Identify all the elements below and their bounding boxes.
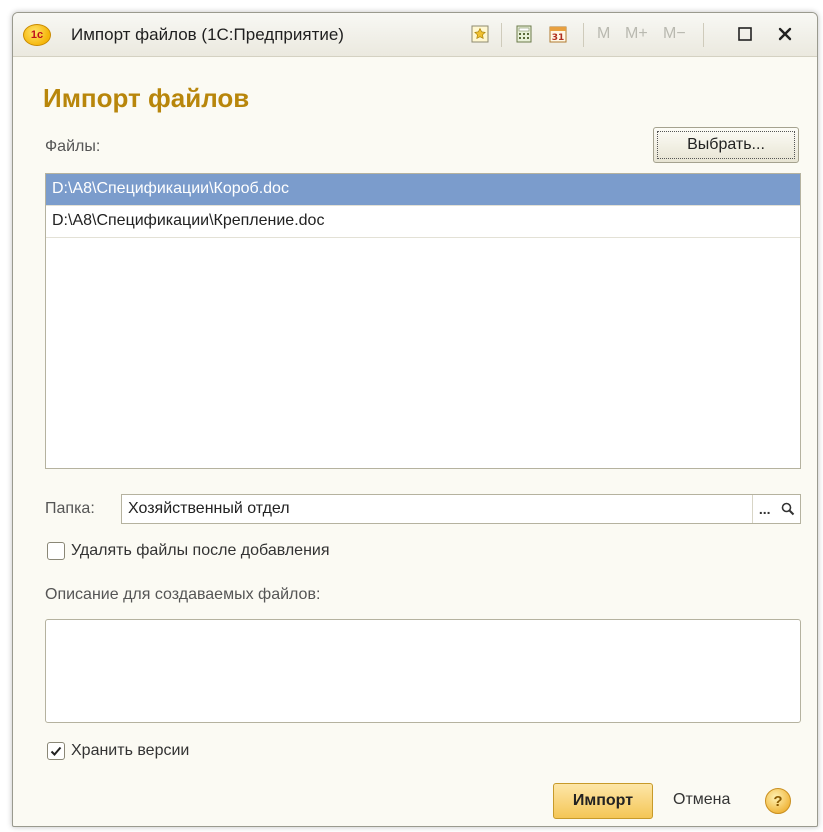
checkmark-icon [50,746,62,756]
help-icon[interactable]: ? [765,788,791,814]
keep-versions-label: Хранить версии [71,742,190,759]
maximize-button[interactable] [733,22,757,46]
select-ellipsis-button[interactable]: ... [753,495,777,523]
memory-plus-button[interactable]: M+ [625,25,648,43]
delete-after-label: Удалять файлы после добавления [71,542,330,559]
1c-logo-icon[interactable]: 1с [23,24,51,46]
file-row-selected[interactable]: D:\A8\Спецификации\Короб.doc [46,174,800,206]
cancel-link[interactable]: Отмена [673,791,730,809]
memory-minus-button[interactable]: M− [663,25,686,43]
description-textarea[interactable] [45,619,801,723]
choose-files-button-label: Выбрать... [687,136,765,153]
file-row[interactable]: D:\A8\Спецификации\Крепление.doc [46,206,800,238]
folder-value: Хозяйственный отдел [128,500,290,517]
description-label: Описание для создаваемых файлов: [45,586,321,603]
keep-versions-checkbox[interactable] [47,742,65,760]
calculator-icon[interactable] [513,23,535,45]
calendar-icon[interactable]: 31 [547,23,569,45]
folder-field[interactable]: Хозяйственный отдел ... [121,494,801,524]
window-title: Импорт файлов (1С:Предприятие) [71,25,344,44]
delete-after-checkbox[interactable] [47,542,65,560]
favorites-star-icon[interactable] [469,23,491,45]
form-title: Импорт файлов [43,83,250,113]
title-bar: 1с Импорт файлов (1С:Предприятие) 31 M M… [13,13,817,57]
folder-label: Папка: [45,500,95,517]
svg-text:31: 31 [552,33,565,43]
import-button[interactable]: Импорт [553,783,653,819]
memory-m-button[interactable]: M [597,25,610,43]
import-button-label: Импорт [572,792,634,809]
files-label: Файлы: [45,138,101,155]
folder-buttons: ... [752,495,800,523]
close-button[interactable] [773,22,797,46]
files-list[interactable]: D:\A8\Спецификации\Короб.doc D:\A8\Специ… [45,173,801,469]
toolbar-separator [583,23,584,47]
toolbar-separator [501,23,502,47]
search-icon[interactable] [777,495,801,523]
choose-files-button[interactable]: Выбрать... [653,127,799,163]
toolbar-separator [703,23,704,47]
import-dialog: 1с Импорт файлов (1С:Предприятие) 31 M M… [12,12,818,827]
